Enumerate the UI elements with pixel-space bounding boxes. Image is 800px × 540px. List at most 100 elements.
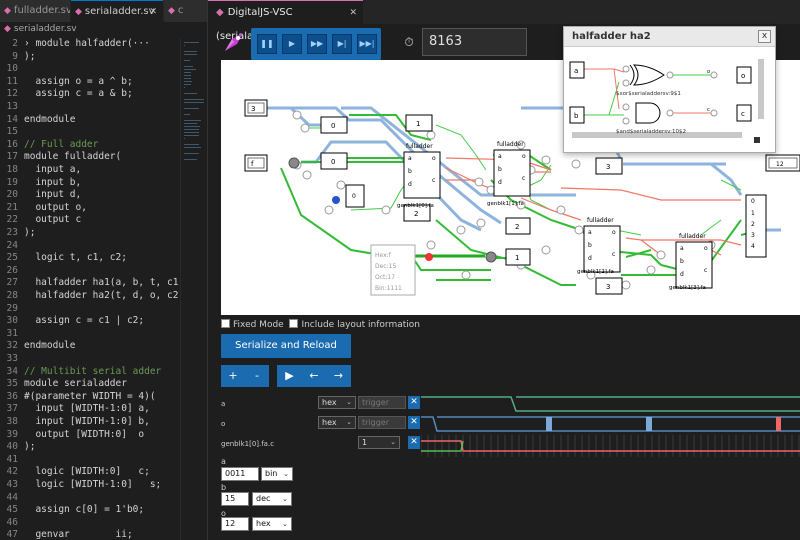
code-line[interactable]: 15: [0, 126, 180, 139]
code-line[interactable]: 31: [0, 328, 180, 341]
field-b-format[interactable]: dec ⌄: [252, 492, 292, 506]
code-line[interactable]: 32 endmodule: [0, 340, 180, 353]
minimap[interactable]: [180, 38, 207, 540]
const-1[interactable]: 0: [320, 152, 348, 170]
code-line[interactable]: 29: [0, 303, 180, 316]
remove-wave-carry-button[interactable]: ✕: [408, 436, 420, 449]
tab-digitaljs[interactable]: ◆DigitalJS-VSC (serialadder.sv)✕: [208, 0, 363, 42]
play-button[interactable]: ▶: [277, 365, 302, 387]
run-button[interactable]: ▶: [282, 34, 302, 54]
const-6[interactable]: 3: [595, 277, 623, 295]
pause-button[interactable]: ❚❚: [257, 34, 277, 54]
wave-trigger-a[interactable]: trigger: [358, 396, 406, 409]
code-line[interactable]: 45 assign c[0] = 1'b0;: [0, 504, 180, 517]
code-line[interactable]: 17 module fulladder(: [0, 151, 180, 164]
output-o[interactable]: 12: [765, 154, 800, 172]
const-7[interactable]: 2: [505, 217, 531, 235]
tab-serialadder[interactable]: ◆ serialadder.sv ✕: [71, 0, 163, 22]
fast-forward-button[interactable]: ▶▶: [307, 34, 327, 54]
error-icon[interactable]: [425, 253, 433, 261]
code-line[interactable]: 18 input a,: [0, 164, 180, 177]
close-icon[interactable]: x: [758, 30, 771, 43]
zoom-out-button[interactable]: -: [245, 365, 269, 387]
input-a[interactable]: 3: [244, 99, 268, 117]
code-line[interactable]: 43 logic [WIDTH-1:0] s;: [0, 479, 180, 492]
field-b-value[interactable]: 15: [221, 492, 249, 506]
next-event-button[interactable]: ▶▶|: [357, 34, 377, 54]
popup-output-c[interactable]: c: [736, 104, 752, 122]
remove-wave-a-button[interactable]: ✕: [408, 396, 420, 409]
const-0[interactable]: 0: [320, 116, 348, 134]
code-line[interactable]: 19 input b,: [0, 177, 180, 190]
code-line[interactable]: 46: [0, 517, 180, 530]
const-8[interactable]: 1: [505, 248, 531, 266]
code-line[interactable]: 30 assign c = c1 | c2;: [0, 315, 180, 328]
code-line[interactable]: 37 input [WIDTH-1:0] a,: [0, 403, 180, 416]
fulladder-0[interactable]: fulladder a b d o c genblk1[0].fa: [397, 143, 441, 209]
close-icon[interactable]: ✕: [149, 1, 157, 22]
field-a-value[interactable]: 0011: [221, 467, 259, 481]
halfadder-popup[interactable]: halfadder ha2 x a b $xor$serialaddersv:9…: [563, 26, 776, 153]
popup-output-o[interactable]: o: [736, 66, 752, 84]
const-5[interactable]: 3: [595, 157, 623, 175]
code-line[interactable]: 36 #(parameter WIDTH = 4)(: [0, 391, 180, 404]
popup-input-a[interactable]: a: [569, 61, 585, 79]
code-line[interactable]: 42 logic [WIDTH:0] c;: [0, 466, 180, 479]
single-step-button[interactable]: ▶|: [332, 34, 352, 54]
tab-other[interactable]: ◆ c: [164, 0, 207, 22]
step-forward-button[interactable]: →: [326, 365, 351, 387]
code-line[interactable]: 35 module serialadder: [0, 378, 180, 391]
code-line[interactable]: 33: [0, 353, 180, 366]
zoom-in-button[interactable]: +: [221, 365, 245, 387]
code-line[interactable]: 21 output o,: [0, 202, 180, 215]
layout-info-checkbox[interactable]: [289, 319, 299, 328]
field-o-format[interactable]: hex ⌄: [252, 517, 292, 531]
wave-trigger-o[interactable]: trigger: [358, 416, 406, 429]
code-line[interactable]: 41: [0, 454, 180, 467]
wave-format-select-o[interactable]: hex ⌄: [318, 416, 356, 429]
input-b[interactable]: f: [244, 154, 268, 172]
xor-gate[interactable]: [629, 64, 665, 86]
and-gate[interactable]: [635, 102, 661, 124]
code-editor[interactable]: 2 › module halfadder(··· 9); 10 11 assign o …: [0, 38, 180, 540]
wave-format-select-a[interactable]: hex ⌄: [318, 396, 356, 409]
code-line[interactable]: 20 input d,: [0, 189, 180, 202]
tab-fulladder[interactable]: ◆ fulladder.sv: [0, 0, 70, 22]
code-line[interactable]: 13: [0, 101, 180, 114]
breadcrumb[interactable]: ◆ serialadder.sv: [0, 22, 207, 36]
serialize-reload-button[interactable]: Serialize and Reload: [221, 334, 351, 358]
halfadder-diagram[interactable]: a b $xor$serialaddersv:9$1 $and$serialad…: [564, 47, 775, 152]
const-2[interactable]: 0: [345, 184, 365, 208]
popup-scrollbar[interactable]: [758, 59, 764, 119]
remove-wave-o-button[interactable]: ✕: [408, 416, 420, 429]
code-line[interactable]: 2 › module halfadder(···: [0, 38, 180, 51]
code-line[interactable]: 34 // Multibit serial adder: [0, 366, 180, 379]
code-line[interactable]: 10: [0, 63, 180, 76]
fulladder-2[interactable]: fulladder a b d o c genblk1[2].fa: [577, 217, 621, 275]
code-line[interactable]: 44: [0, 492, 180, 505]
code-line[interactable]: 24: [0, 240, 180, 253]
code-line[interactable]: 47 genvar ii;: [0, 529, 180, 540]
code-line[interactable]: 12 assign c = a & b;: [0, 88, 180, 101]
code-line[interactable]: 16 // Full adder: [0, 139, 180, 152]
code-line[interactable]: 38 input [WIDTH-1:0] b,: [0, 416, 180, 429]
wave-trigger-select-carry[interactable]: 1 ⌄: [358, 436, 400, 449]
code-line[interactable]: 22 output c: [0, 214, 180, 227]
popup-title[interactable]: halfadder ha2: [564, 27, 775, 47]
popup-input-b[interactable]: b: [569, 106, 585, 124]
code-line[interactable]: 28 halfadder ha2(t, d, o, c2): [0, 290, 180, 303]
code-line[interactable]: 26: [0, 265, 180, 278]
code-line[interactable]: 9);: [0, 51, 180, 64]
field-a-format[interactable]: bin ⌄: [261, 467, 293, 481]
bus-concat[interactable]: 0 1 2 3 4: [745, 194, 767, 258]
fulladder-3[interactable]: fulladder a b d o c genblk1[3].fa: [669, 233, 713, 291]
code-line[interactable]: 14 endmodule: [0, 114, 180, 127]
timer-icon[interactable]: ⏱: [398, 30, 420, 54]
code-line[interactable]: 27 halfadder ha1(a, b, t, c1): [0, 277, 180, 290]
const-3[interactable]: 1: [405, 114, 433, 132]
code-line[interactable]: 11 assign o = a ^ b;: [0, 76, 180, 89]
close-icon[interactable]: ✕: [349, 1, 357, 25]
code-line[interactable]: 39 output [WIDTH:0] o: [0, 429, 180, 442]
code-line[interactable]: 40);: [0, 441, 180, 454]
step-back-button[interactable]: ←: [302, 365, 326, 387]
